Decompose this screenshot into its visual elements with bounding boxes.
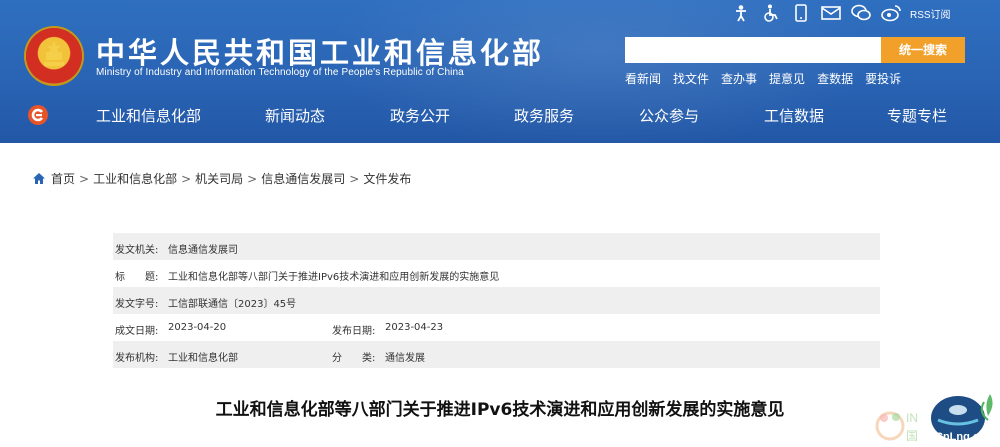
- nav-item-public-participation[interactable]: 公众参与: [639, 105, 699, 126]
- nav-item-news[interactable]: 新闻动态: [265, 105, 325, 126]
- org-label: 发布机构:: [115, 353, 159, 364]
- info-row-org: 发布机构: 工业和信息化部 分 类: 通信发展: [113, 341, 880, 368]
- breadcrumb-departments[interactable]: 机关司局: [195, 170, 243, 187]
- wechat-icon[interactable]: [846, 2, 876, 24]
- info-row-doc-number: 发文字号: 工信部联通信〔2023〕45号: [113, 287, 880, 314]
- breadcrumb: 首页 > 工业和信息化部 > 机关司局 > 信息通信发展司 > 文件发布: [32, 170, 411, 187]
- nav-item-ministry[interactable]: 工业和信息化部: [96, 105, 201, 126]
- quick-link-news[interactable]: 看新闻: [625, 70, 661, 87]
- issuer-label: 发文机关:: [115, 245, 159, 256]
- site-header: 中华人民共和国工业和信息化部 Ministry of Industry and …: [0, 0, 1000, 143]
- breadcrumb-department[interactable]: 信息通信发展司: [261, 170, 345, 187]
- quick-link-data[interactable]: 查数据: [817, 70, 853, 87]
- info-row-title: 标 题: 工业和信息化部等八部门关于推进IPv6技术演进和应用创新发展的实施意见: [113, 260, 880, 287]
- mail-icon[interactable]: [816, 2, 846, 24]
- wheelchair-icon[interactable]: [756, 2, 786, 24]
- quick-link-complaint[interactable]: 要投诉: [865, 70, 901, 87]
- home-icon[interactable]: [32, 172, 46, 185]
- published-date-label: 发布日期:: [332, 326, 376, 337]
- weibo-icon[interactable]: [876, 2, 906, 24]
- breadcrumb-home[interactable]: 首页: [51, 170, 75, 187]
- watermark-logo: IN 国 CnLng.com: [872, 388, 1000, 447]
- search-input[interactable]: [625, 37, 881, 63]
- org-value: 工业和信息化部: [168, 353, 238, 364]
- accessibility-person-icon[interactable]: [726, 2, 756, 24]
- svg-text:IN: IN: [906, 411, 918, 425]
- nav-item-gov-affairs[interactable]: 政务公开: [390, 105, 450, 126]
- title-value: 工业和信息化部等八部门关于推进IPv6技术演进和应用创新发展的实施意见: [168, 272, 500, 283]
- created-date-value: 2023-04-20: [168, 322, 227, 333]
- site-logo-icon[interactable]: [27, 104, 49, 130]
- site-title[interactable]: 中华人民共和国工业和信息化部: [96, 30, 544, 72]
- category-label: 分 类:: [332, 353, 376, 364]
- document-info-table: 发文机关: 信息通信发展司 标 题: 工业和信息化部等八部门关于推进IPv6技术…: [113, 233, 880, 368]
- category-value: 通信发展: [385, 353, 425, 364]
- info-row-issuer: 发文机关: 信息通信发展司: [113, 233, 880, 260]
- title-label: 标 题:: [115, 272, 159, 283]
- breadcrumb-file-release[interactable]: 文件发布: [363, 170, 411, 187]
- svg-text:国: 国: [906, 429, 918, 443]
- rss-link[interactable]: RSS订阅: [910, 6, 951, 21]
- info-row-dates: 成文日期: 2023-04-20 发布日期: 2023-04-23: [113, 314, 880, 341]
- site-subtitle: Ministry of Industry and Information Tec…: [96, 67, 464, 78]
- quick-links: 看新闻 找文件 查办事 提意见 查数据 要投诉: [625, 70, 913, 87]
- national-emblem-logo[interactable]: [26, 28, 82, 84]
- breadcrumb-ministry[interactable]: 工业和信息化部: [93, 170, 177, 187]
- nav-item-special-topics[interactable]: 专题专栏: [887, 105, 947, 126]
- doc-number-value: 工信部联通信〔2023〕45号: [168, 299, 297, 310]
- nav-item-data[interactable]: 工信数据: [764, 105, 824, 126]
- created-date-label: 成文日期:: [115, 326, 159, 337]
- watermark-text: CnLng.com: [935, 431, 996, 443]
- document-title: 工业和信息化部等八部门关于推进IPv6技术演进和应用创新发展的实施意见: [215, 400, 785, 420]
- main-nav: 工业和信息化部 新闻动态 政务公开 政务服务 公众参与 工信数据 专题专栏: [0, 96, 1000, 136]
- search-button[interactable]: 统一搜索: [881, 37, 965, 63]
- quick-link-services[interactable]: 查办事: [721, 70, 757, 87]
- issuer-value: 信息通信发展司: [168, 245, 238, 256]
- quick-link-feedback[interactable]: 提意见: [769, 70, 805, 87]
- doc-number-label: 发文字号:: [115, 299, 159, 310]
- top-icon-bar: RSS订阅: [726, 2, 951, 24]
- published-date-value: 2023-04-23: [385, 322, 444, 333]
- nav-item-gov-services[interactable]: 政务服务: [514, 105, 574, 126]
- quick-link-files[interactable]: 找文件: [673, 70, 709, 87]
- mobile-phone-icon[interactable]: [786, 2, 816, 24]
